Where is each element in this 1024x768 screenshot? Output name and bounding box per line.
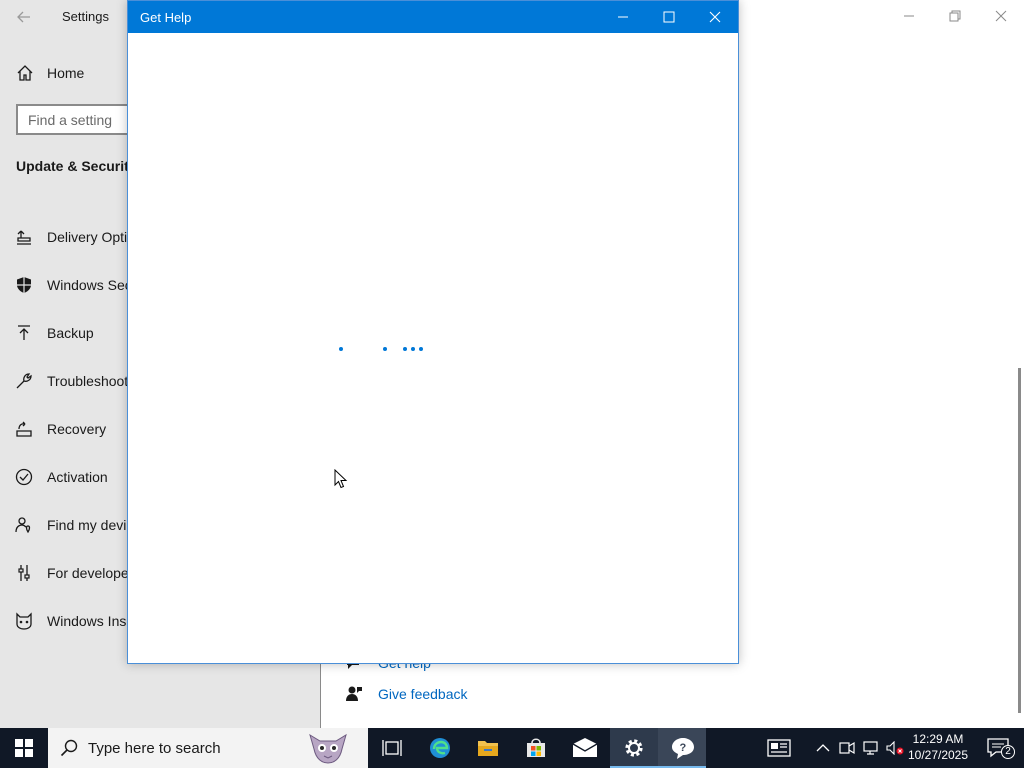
mail-icon	[572, 738, 598, 757]
person-location-icon	[15, 517, 31, 534]
get-help-titlebar[interactable]: Get Help	[128, 1, 738, 33]
close-icon	[709, 11, 721, 23]
action-center-button[interactable]: 2	[982, 728, 1018, 768]
give-feedback-label: Give feedback	[378, 686, 468, 702]
store-button[interactable]	[512, 728, 560, 768]
loading-dot	[411, 347, 415, 351]
search-icon	[60, 739, 78, 757]
loading-dot	[419, 347, 423, 351]
sidebar-item-label: Activation	[47, 469, 108, 485]
back-arrow-icon	[17, 11, 30, 23]
mail-button[interactable]	[560, 728, 608, 768]
edge-button[interactable]	[416, 728, 464, 768]
taskbar-clock[interactable]: 12:29 AM 10/27/2025	[904, 731, 972, 765]
settings-close-button[interactable]	[978, 0, 1024, 32]
mouse-cursor-icon	[334, 469, 348, 489]
news-icon	[767, 739, 791, 757]
settings-scrollbar[interactable]	[1018, 368, 1021, 713]
sidebar-item-label: Recovery	[47, 421, 107, 437]
find-setting-placeholder: Find a setting	[28, 112, 113, 128]
sidebar-item-label: Home	[47, 65, 85, 81]
svg-text:?: ?	[680, 742, 687, 754]
wrench-icon	[16, 373, 32, 389]
taskbar-search-box[interactable]: Type here to search	[48, 728, 368, 768]
settings-restore-button[interactable]	[932, 0, 978, 32]
back-button[interactable]	[10, 4, 38, 30]
get-help-minimize-button[interactable]	[600, 1, 646, 33]
file-explorer-button[interactable]	[464, 728, 512, 768]
get-help-title: Get Help	[140, 10, 192, 25]
volume-button[interactable]	[884, 728, 906, 768]
developer-sliders-icon	[18, 565, 30, 581]
recovery-icon	[16, 421, 32, 437]
restore-icon	[949, 10, 961, 22]
loading-dot	[403, 347, 407, 351]
windows-logo-icon	[15, 739, 33, 757]
feedback-person-icon	[346, 686, 362, 701]
close-icon	[995, 10, 1007, 22]
settings-minimize-button[interactable]	[886, 0, 932, 32]
network-icon	[863, 741, 878, 755]
desktop-screen: Settings Home Find a setting Update & Se…	[0, 0, 1024, 768]
get-help-maximize-button[interactable]	[646, 1, 692, 33]
minimize-icon	[618, 16, 628, 18]
notification-count-badge: 2	[1001, 745, 1015, 759]
camera-icon	[839, 741, 855, 755]
meet-now-button[interactable]	[836, 728, 858, 768]
get-help-taskbar-button[interactable]: ?	[658, 728, 706, 768]
settings-app-title: Settings	[62, 9, 109, 24]
clock-date: 10/27/2025	[907, 748, 969, 762]
taskbar-search-placeholder: Type here to search	[88, 740, 221, 757]
sidebar-item-label: Backup	[47, 325, 94, 341]
sidebar-item-label: Troubleshoot	[47, 373, 129, 389]
start-button[interactable]	[0, 728, 48, 768]
get-help-close-button[interactable]	[692, 1, 738, 33]
loading-indicator	[128, 347, 738, 351]
chevron-up-icon	[816, 744, 830, 752]
volume-muted-icon	[886, 741, 904, 755]
search-highlight-mascot-icon	[309, 733, 347, 764]
loading-dot	[383, 347, 387, 351]
network-button[interactable]	[860, 728, 882, 768]
get-help-window: Get Help	[127, 0, 739, 664]
shield-icon	[17, 277, 31, 293]
home-icon	[17, 65, 33, 81]
edge-icon	[430, 738, 450, 758]
get-help-icon: ?	[672, 738, 694, 759]
clock-time: 12:29 AM	[912, 732, 964, 746]
store-icon	[527, 738, 545, 757]
task-view-button[interactable]	[368, 728, 416, 768]
file-explorer-icon	[478, 741, 498, 756]
checkmark-circle-icon	[15, 468, 33, 486]
settings-gear-icon	[625, 739, 643, 757]
settings-taskbar-button[interactable]	[610, 728, 658, 768]
task-view-icon	[382, 740, 402, 756]
section-title: Update & Security	[16, 158, 137, 174]
maximize-icon	[663, 11, 675, 23]
taskbar: Type here to search ? 12:29 AM 10/27/202…	[0, 728, 1024, 768]
news-widget-button[interactable]	[762, 728, 796, 768]
minimize-icon	[904, 15, 914, 17]
delivery-optimization-icon	[17, 230, 31, 245]
insider-cat-icon	[16, 612, 32, 630]
show-hidden-icons-button[interactable]	[812, 728, 834, 768]
loading-dot	[339, 347, 343, 351]
backup-arrow-icon	[18, 325, 30, 340]
